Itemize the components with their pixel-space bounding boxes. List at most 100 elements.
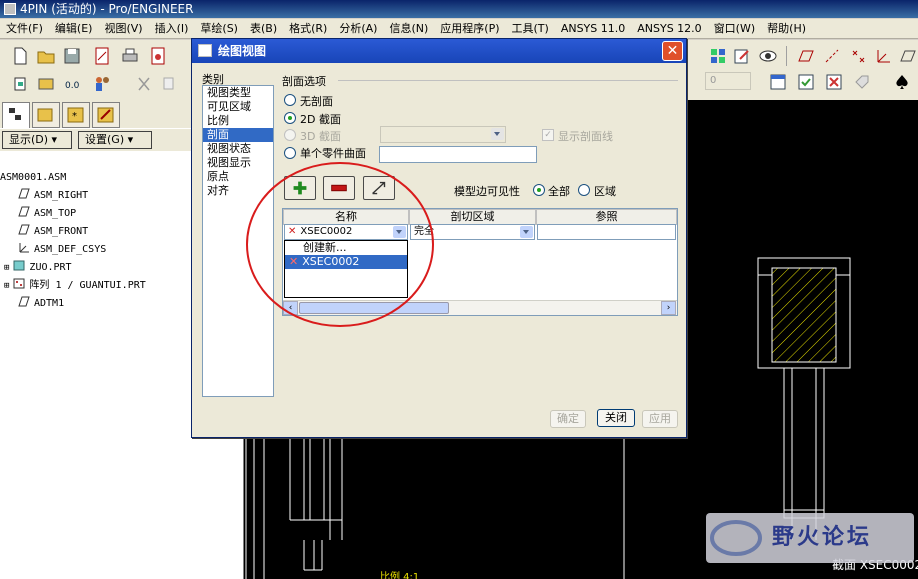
category-view-display[interactable]: 视图显示 bbox=[203, 156, 273, 170]
remove-section-button[interactable] bbox=[323, 176, 355, 200]
show-section-lines-checkbox[interactable]: ✓ bbox=[542, 129, 554, 141]
reference-field[interactable] bbox=[537, 224, 676, 240]
close-button[interactable]: 关闭 bbox=[597, 409, 635, 427]
ok-button[interactable]: 确定 bbox=[550, 410, 586, 428]
menu-tools[interactable]: 工具(T) bbox=[506, 19, 555, 38]
datum-plane-icon[interactable] bbox=[796, 46, 816, 66]
datum-point-icon[interactable] bbox=[848, 46, 868, 66]
edit-section-button[interactable] bbox=[363, 176, 395, 200]
scroll-left-button[interactable]: ‹ bbox=[283, 301, 298, 315]
single-part-surface-radio[interactable] bbox=[284, 147, 296, 159]
view-window-icon[interactable] bbox=[768, 72, 788, 92]
tree-item-pattern[interactable]: ⊞ 阵列 1 / GUANTUI.PRT bbox=[4, 278, 146, 294]
tree-item-label: ADTM1 bbox=[34, 298, 65, 309]
category-visible-area[interactable]: 可见区域 bbox=[203, 100, 273, 114]
menu-edit[interactable]: 编辑(E) bbox=[49, 19, 99, 38]
section-name-combo[interactable]: ✕ XSEC0002 bbox=[284, 224, 408, 240]
visibility-all-radio[interactable] bbox=[533, 184, 545, 196]
visibility-area-radio[interactable] bbox=[578, 184, 590, 196]
dropdown-option-xsec0002[interactable]: ✕ XSEC0002 bbox=[285, 255, 407, 269]
open-folder-icon[interactable] bbox=[36, 46, 56, 66]
single-part-surface-field[interactable] bbox=[379, 146, 537, 163]
no-section-radio[interactable] bbox=[284, 94, 296, 106]
window-title: 4PIN (活动的) - Pro/ENGINEER bbox=[20, 2, 194, 16]
plus-icon bbox=[293, 181, 307, 195]
tree-item-asm-front[interactable]: ASM_FRONT bbox=[18, 224, 88, 240]
relations-icon[interactable]: 0.0 bbox=[62, 74, 82, 94]
datum-axis-icon[interactable] bbox=[822, 46, 842, 66]
menu-table[interactable]: 表(B) bbox=[244, 19, 283, 38]
settings-dropdown[interactable]: 设置(G) ▾ bbox=[78, 131, 152, 149]
value-spinner[interactable]: 0 bbox=[705, 72, 751, 90]
checked-window-icon[interactable] bbox=[796, 72, 816, 92]
save-icon[interactable] bbox=[62, 46, 82, 66]
print-drawing-icon[interactable] bbox=[92, 46, 112, 66]
section-2d-radio[interactable] bbox=[284, 112, 296, 124]
printer-icon[interactable] bbox=[120, 46, 140, 66]
display-label: 显示(D) bbox=[9, 133, 49, 146]
add-section-button[interactable] bbox=[284, 176, 316, 200]
scroll-thumb[interactable] bbox=[299, 302, 449, 314]
category-section[interactable]: 剖面 bbox=[203, 128, 273, 142]
section-3d-dropdown[interactable] bbox=[380, 126, 506, 143]
tab-favorites[interactable]: * bbox=[62, 102, 90, 128]
datum-display-icon[interactable] bbox=[898, 46, 918, 66]
model-tree-icon[interactable] bbox=[10, 74, 30, 94]
copy-icon[interactable] bbox=[160, 74, 180, 94]
table-horizontal-scrollbar[interactable]: ‹ › bbox=[283, 300, 677, 315]
edit-note-icon[interactable] bbox=[732, 46, 752, 66]
tree-item-asm-right[interactable]: ASM_RIGHT bbox=[18, 188, 88, 204]
menu-sketch[interactable]: 草绘(S) bbox=[194, 19, 244, 38]
eye-icon[interactable] bbox=[758, 46, 778, 66]
tab-model-tree[interactable] bbox=[2, 102, 30, 128]
scroll-right-button[interactable]: › bbox=[661, 301, 676, 315]
menu-help[interactable]: 帮助(H) bbox=[761, 19, 812, 38]
people-icon[interactable] bbox=[92, 74, 112, 94]
datum-csys-icon[interactable] bbox=[874, 46, 894, 66]
tree-item-label: ASM0001.ASM bbox=[0, 172, 67, 183]
menu-view[interactable]: 视图(V) bbox=[98, 19, 148, 38]
export-icon[interactable] bbox=[148, 46, 168, 66]
section-3d-label: 3D 截面 bbox=[300, 130, 341, 143]
dropdown-option-create-new[interactable]: 创建新... bbox=[285, 241, 407, 255]
category-scale[interactable]: 比例 bbox=[203, 114, 273, 128]
column-header-reference[interactable]: 参照 bbox=[536, 209, 677, 225]
menu-analysis[interactable]: 分析(A) bbox=[333, 19, 383, 38]
menu-info[interactable]: 信息(N) bbox=[383, 19, 434, 38]
menu-ansys-12[interactable]: ANSYS 12.0 bbox=[631, 19, 707, 38]
menu-applications[interactable]: 应用程序(P) bbox=[434, 19, 505, 38]
category-origin[interactable]: 原点 bbox=[203, 170, 273, 184]
menu-format[interactable]: 格式(R) bbox=[283, 19, 333, 38]
display-dropdown[interactable]: 显示(D) ▾ bbox=[2, 131, 72, 149]
tree-item-asm-def-csys[interactable]: ASM_DEF_CSYS bbox=[18, 242, 106, 258]
dialog-close-button[interactable]: ✕ bbox=[662, 41, 683, 61]
column-header-cut-area[interactable]: 剖切区域 bbox=[409, 209, 536, 225]
menu-ansys-11[interactable]: ANSYS 11.0 bbox=[555, 19, 631, 38]
tag-icon[interactable] bbox=[852, 72, 872, 92]
tree-item-adtm1[interactable]: ADTM1 bbox=[18, 296, 64, 312]
datum-plane-icon bbox=[18, 188, 30, 199]
apply-button[interactable]: 应用 bbox=[642, 410, 678, 428]
cut-area-value: 完全 bbox=[414, 226, 434, 237]
tab-connections[interactable] bbox=[92, 102, 120, 128]
column-header-name[interactable]: 名称 bbox=[283, 209, 409, 225]
category-view-state[interactable]: 视图状态 bbox=[203, 142, 273, 156]
spade-icon[interactable] bbox=[892, 72, 912, 92]
tab-folder-browser[interactable] bbox=[32, 102, 60, 128]
section-3d-radio[interactable] bbox=[284, 129, 296, 141]
close-window-icon[interactable] bbox=[824, 72, 844, 92]
tree-item-assembly[interactable]: ASM0001.ASM bbox=[0, 170, 66, 186]
cut-area-combo[interactable]: 完全 bbox=[410, 224, 535, 240]
grid-icon[interactable] bbox=[708, 46, 728, 66]
layer-icon[interactable] bbox=[36, 74, 56, 94]
menu-insert[interactable]: 插入(I) bbox=[149, 19, 195, 38]
tree-item-asm-top[interactable]: ASM_TOP bbox=[18, 206, 76, 222]
tree-item-zuo-prt[interactable]: ⊞ ZUO.PRT bbox=[4, 260, 72, 276]
cut-icon[interactable] bbox=[134, 74, 154, 94]
category-alignment[interactable]: 对齐 bbox=[203, 184, 273, 198]
menu-window[interactable]: 窗口(W) bbox=[708, 19, 761, 38]
drawing-view-dialog: 绘图视图 ✕ 类别 视图类型 可见区域 比例 剖面 视图状态 视图显示 原点 对… bbox=[191, 38, 687, 438]
new-file-icon[interactable] bbox=[10, 46, 30, 66]
category-view-type[interactable]: 视图类型 bbox=[203, 86, 273, 100]
menu-file[interactable]: 文件(F) bbox=[0, 19, 49, 38]
